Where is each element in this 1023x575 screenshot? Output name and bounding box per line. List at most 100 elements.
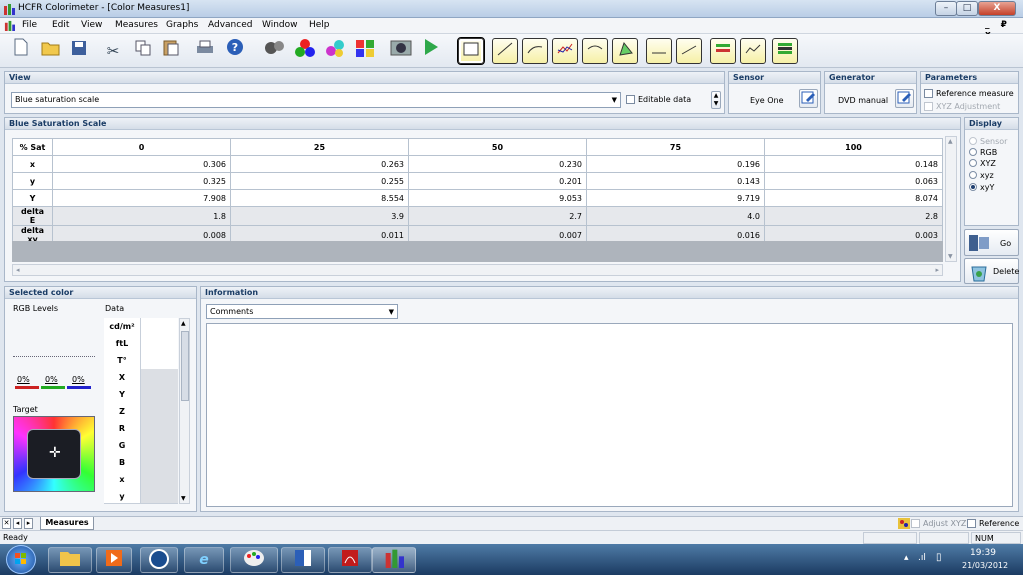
table-cell[interactable]: 0.148 [764, 155, 943, 173]
xyz-adjustment-checkbox[interactable] [924, 102, 933, 111]
menu-view[interactable]: View [81, 20, 102, 30]
vertical-scrollbar[interactable]: ▲ ▼ [945, 136, 957, 262]
taskbar-hcfr[interactable] [372, 547, 416, 573]
target-color-wheel[interactable]: ✛ [13, 416, 95, 492]
radio-rgb[interactable] [969, 148, 977, 156]
save-icon[interactable] [66, 38, 92, 64]
chart-colortemp-icon[interactable] [582, 38, 608, 64]
paste-icon[interactable] [158, 38, 184, 64]
palette-icon[interactable] [352, 38, 378, 64]
signal-icon[interactable]: .ıl [918, 553, 926, 563]
copy-icon[interactable] [130, 38, 156, 64]
table-cell[interactable]: 9.719 [586, 189, 765, 207]
taskbar-media[interactable] [96, 547, 132, 573]
chart-luminance-icon[interactable] [522, 38, 548, 64]
table-cell[interactable]: 2.8 [764, 206, 943, 226]
menu-advanced[interactable]: Advanced [208, 20, 252, 30]
table-cell[interactable]: 0.230 [408, 155, 587, 173]
table-cell[interactable]: 4.0 [586, 206, 765, 226]
tray-arrow-icon[interactable]: ▴ [904, 553, 909, 563]
menu-measures[interactable]: Measures [115, 20, 158, 30]
table-cell[interactable]: 0.306 [52, 155, 231, 173]
measure-icon[interactable] [262, 38, 288, 64]
table-cell[interactable]: 0.263 [230, 155, 409, 173]
table-cell[interactable]: 8.554 [230, 189, 409, 207]
print-icon[interactable] [192, 38, 218, 64]
table-cell[interactable]: 0.325 [52, 172, 231, 190]
taskbar-ie[interactable]: e [184, 547, 224, 573]
radio-xyz-upper[interactable] [969, 159, 977, 167]
table-cell[interactable]: 8.074 [764, 189, 943, 207]
chart-view-icon[interactable] [457, 37, 485, 65]
editable-data-checkbox[interactable] [626, 95, 635, 104]
scroll-right-icon[interactable]: ▸ [935, 266, 939, 274]
tab-measures[interactable]: Measures [40, 517, 94, 530]
view-spin-button[interactable]: ▲ ▼ [711, 91, 721, 109]
tab-next-icon[interactable]: ▸ [24, 518, 33, 529]
data-list-scrollbar[interactable]: ▲ ▼ [179, 318, 190, 504]
radio-xyz-lower[interactable] [969, 171, 977, 179]
scroll-up-icon[interactable]: ▲ [948, 138, 953, 145]
horizontal-scrollbar[interactable]: ◂ ▸ [12, 264, 943, 276]
menu-file[interactable]: File [22, 20, 37, 30]
start-button[interactable] [6, 545, 36, 574]
battery-icon[interactable]: ▯ [936, 552, 942, 563]
scroll-down-icon[interactable]: ▼ [181, 495, 186, 502]
table-cell[interactable]: 2.7 [408, 206, 587, 226]
taskbar-word[interactable] [281, 547, 325, 573]
scroll-down-icon[interactable]: ▼ [948, 253, 953, 260]
taskbar-paint[interactable] [230, 547, 278, 573]
clock-time[interactable]: 19:39 [970, 548, 996, 558]
reference-measure-checkbox[interactable] [924, 89, 933, 98]
view-select[interactable]: Blue saturation scale ▼ [11, 92, 621, 108]
tab-prev-icon[interactable]: ◂ [13, 518, 22, 529]
rgb-icon[interactable] [292, 38, 318, 64]
chart-saturation-icon[interactable] [676, 38, 702, 64]
open-icon[interactable] [38, 38, 64, 64]
chart-histogram-icon[interactable] [740, 38, 766, 64]
chart-gamma-icon[interactable] [492, 38, 518, 64]
minimize-button[interactable]: – [935, 1, 957, 16]
menu-help[interactable]: Help [309, 20, 330, 30]
help-icon[interactable]: ? [222, 38, 248, 64]
camera-icon[interactable] [388, 38, 414, 64]
table-cell[interactable]: 0.196 [586, 155, 765, 173]
close-button[interactable]: X [978, 1, 1016, 16]
menu-window[interactable]: Window [262, 20, 298, 30]
scroll-left-icon[interactable]: ◂ [16, 266, 20, 274]
table-cell[interactable]: 0.201 [408, 172, 587, 190]
table-cell[interactable]: 3.9 [230, 206, 409, 226]
delete-button[interactable]: Delete [964, 258, 1019, 284]
comments-textarea[interactable] [206, 323, 1013, 507]
tab-first-icon[interactable]: ✕ [2, 518, 11, 529]
chart-multi-icon[interactable] [710, 38, 736, 64]
generator-config-button[interactable] [895, 89, 914, 108]
adjust-xyz-checkbox[interactable] [911, 519, 920, 528]
radio-sensor[interactable] [969, 137, 977, 145]
menu-edit[interactable]: Edit [52, 20, 69, 30]
scroll-thumb[interactable] [181, 331, 189, 401]
chart-rgb-icon[interactable] [552, 38, 578, 64]
table-cell[interactable]: 9.053 [408, 189, 587, 207]
taskbar-pdf[interactable] [328, 547, 372, 573]
scroll-up-icon[interactable]: ▲ [181, 320, 186, 327]
go-button[interactable]: Go [964, 229, 1019, 256]
menu-graphs[interactable]: Graphs [166, 20, 198, 30]
table-cell[interactable]: 0.143 [586, 172, 765, 190]
maximize-button[interactable]: □ [956, 1, 978, 16]
new-icon[interactable] [8, 38, 34, 64]
taskbar-explorer[interactable] [48, 547, 92, 573]
chart-cie-icon[interactable] [612, 38, 638, 64]
reference-checkbox[interactable] [967, 519, 976, 528]
cut-icon[interactable]: ✂ [100, 38, 126, 64]
table-cell[interactable]: 0.255 [230, 172, 409, 190]
color-picker-icon[interactable] [322, 38, 348, 64]
radio-xyy[interactable] [969, 183, 977, 191]
table-cell[interactable]: 0.063 [764, 172, 943, 190]
table-cell[interactable]: 7.908 [52, 189, 231, 207]
clock-date[interactable]: 21/03/2012 [962, 561, 1008, 570]
chart-levels-icon[interactable] [772, 38, 798, 64]
chart-deltae-icon[interactable] [646, 38, 672, 64]
table-cell[interactable]: 1.8 [52, 206, 231, 226]
play-icon[interactable] [418, 38, 444, 64]
